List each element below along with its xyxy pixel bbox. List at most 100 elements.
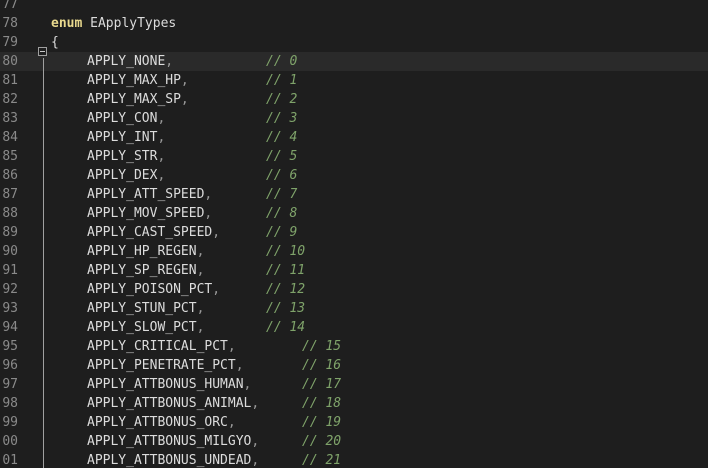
keyword-token: enum xyxy=(51,16,83,31)
enum-member: APPLY_MAX_HP xyxy=(87,73,181,88)
value-comment: // 4 xyxy=(266,130,298,145)
comma-token: , xyxy=(235,358,244,373)
line-code: APPLY_POISON_PCT, xyxy=(87,280,220,299)
comma-token: , xyxy=(212,225,221,240)
code-line[interactable]: 93 APPLY_STUN_PCT, // 13 xyxy=(0,299,708,318)
comma-token: , xyxy=(227,415,236,430)
code-line[interactable]: 90 APPLY_HP_REGEN, // 10 xyxy=(0,242,708,261)
value-comment: // 21 xyxy=(302,453,342,468)
line-number: 94 xyxy=(2,320,18,335)
comma-token: , xyxy=(180,73,189,88)
comma-token: , xyxy=(157,111,166,126)
line-number: 80 xyxy=(2,54,18,69)
code-line[interactable]: 96 APPLY_PENETRATE_PCT, // 16 xyxy=(0,356,708,375)
line-number: 93 xyxy=(2,301,18,316)
comma-token: , xyxy=(157,168,166,183)
code-line[interactable]: 99 APPLY_ATTBONUS_ORC, // 19 xyxy=(0,413,708,432)
enum-member: APPLY_CRITICAL_PCT xyxy=(87,339,228,354)
enum-member: APPLY_ATTBONUS_UNDEAD xyxy=(87,453,252,468)
comma-token: , xyxy=(157,130,166,145)
value-comment: // 5 xyxy=(266,149,298,164)
line-number: 78 xyxy=(2,16,18,31)
value-comment: // 2 xyxy=(266,92,298,107)
comma-token: , xyxy=(157,149,166,164)
enum-member: APPLY_ATTBONUS_MILGYO xyxy=(87,434,252,449)
line-code: APPLY_CON, xyxy=(87,109,165,128)
value-comment: // 14 xyxy=(266,320,306,335)
line-number: 79 xyxy=(2,35,18,50)
value-comment: // 6 xyxy=(266,168,298,183)
line-code: APPLY_ATTBONUS_ANIMAL, xyxy=(87,394,259,413)
code-line[interactable]: 98 APPLY_ATTBONUS_ANIMAL, // 18 xyxy=(0,394,708,413)
code-line[interactable]: 77 xyxy=(0,0,708,14)
line-code: APPLY_STR, xyxy=(87,147,165,166)
line-code: APPLY_SLOW_PCT, xyxy=(87,318,204,337)
collapse-block-icon[interactable] xyxy=(38,47,47,56)
line-number: 83 xyxy=(2,111,18,126)
code-line[interactable]: 89 APPLY_CAST_SPEED, // 9 xyxy=(0,223,708,242)
value-comment: // 10 xyxy=(266,244,306,259)
code-line[interactable]: 91 APPLY_SP_REGEN, // 11 xyxy=(0,261,708,280)
value-comment: // 18 xyxy=(302,396,342,411)
code-line[interactable]: 01 APPLY_ATTBONUS_UNDEAD, // 21 xyxy=(0,451,708,468)
enum-member: APPLY_DEX xyxy=(87,168,158,183)
line-code: APPLY_SP_REGEN, xyxy=(87,261,204,280)
code-line[interactable]: 84 APPLY_INT, // 4 xyxy=(0,128,708,147)
line-number: 88 xyxy=(2,206,18,221)
code-line[interactable]: 86 APPLY_DEX, // 6 xyxy=(0,166,708,185)
value-comment: // 20 xyxy=(302,434,342,449)
enum-member: APPLY_MAX_SP xyxy=(87,92,181,107)
value-comment: // 13 xyxy=(266,301,306,316)
enum-member: APPLY_STUN_PCT xyxy=(87,301,197,316)
value-comment: // 3 xyxy=(266,111,298,126)
enum-name: EApplyTypes xyxy=(82,16,177,31)
value-comment: // 7 xyxy=(266,187,298,202)
code-line[interactable]: 97 APPLY_ATTBONUS_HUMAN, // 17 xyxy=(0,375,708,394)
value-comment: // 15 xyxy=(302,339,342,354)
line-number: 99 xyxy=(2,415,18,430)
comma-token: , xyxy=(243,377,252,392)
line-code: APPLY_MAX_SP, xyxy=(87,90,189,109)
line-number: 98 xyxy=(2,396,18,411)
line-number: 87 xyxy=(2,187,18,202)
comma-token: , xyxy=(251,396,260,411)
line-number: 01 xyxy=(2,453,18,468)
line-code: APPLY_NONE, xyxy=(87,52,173,71)
line-code: APPLY_MOV_SPEED, xyxy=(87,204,212,223)
code-line[interactable]: 87 APPLY_ATT_SPEED, // 7 xyxy=(0,185,708,204)
line-code: APPLY_CRITICAL_PCT, xyxy=(87,337,236,356)
line-code: APPLY_HP_REGEN, xyxy=(87,242,204,261)
enum-member: APPLY_STR xyxy=(87,149,158,164)
line-code: APPLY_ATT_SPEED, xyxy=(87,185,212,204)
enum-member: APPLY_CON xyxy=(87,111,158,126)
comma-token: , xyxy=(196,301,205,316)
code-line[interactable]: 82 APPLY_MAX_SP, // 2 xyxy=(0,90,708,109)
enum-member: APPLY_PENETRATE_PCT xyxy=(87,358,236,373)
value-comment: // 9 xyxy=(266,225,298,240)
enum-member: APPLY_ATTBONUS_ANIMAL xyxy=(87,396,252,411)
line-code: APPLY_INT, xyxy=(87,128,165,147)
code-line[interactable]: 80 APPLY_NONE, // 0 xyxy=(0,52,708,71)
code-line[interactable]: 92 APPLY_POISON_PCT, // 12 xyxy=(0,280,708,299)
line-code: APPLY_ATTBONUS_ORC, xyxy=(87,413,236,432)
code-line[interactable]: 81 APPLY_MAX_HP, // 1 xyxy=(0,71,708,90)
line-number: 97 xyxy=(2,377,18,392)
value-comment: // 1 xyxy=(266,73,298,88)
enum-member: APPLY_ATTBONUS_ORC xyxy=(87,415,228,430)
line-number: 82 xyxy=(2,92,18,107)
code-line[interactable]: 85 APPLY_STR, // 5 xyxy=(0,147,708,166)
code-line[interactable]: 83 APPLY_CON, // 3 xyxy=(0,109,708,128)
enum-member: APPLY_ATT_SPEED xyxy=(87,187,205,202)
code-line[interactable]: 88 APPLY_MOV_SPEED, // 8 xyxy=(0,204,708,223)
line-number: 91 xyxy=(2,263,18,278)
line-code: APPLY_PENETRATE_PCT, xyxy=(87,356,244,375)
value-comment: // 8 xyxy=(266,206,298,221)
enum-member: APPLY_POISON_PCT xyxy=(87,282,213,297)
code-line[interactable]: 95 APPLY_CRITICAL_PCT, // 15 xyxy=(0,337,708,356)
code-line[interactable]: 78 enum EApplyTypes xyxy=(0,14,708,33)
enum-member: APPLY_CAST_SPEED xyxy=(87,225,213,240)
code-editor[interactable]: 77 78 enum EApplyTypes 79 {80 APPLY_NONE, // 0… xyxy=(0,0,708,468)
code-line[interactable]: 94 APPLY_SLOW_PCT, // 14 xyxy=(0,318,708,337)
code-line[interactable]: 00 APPLY_ATTBONUS_MILGYO, // 20 xyxy=(0,432,708,451)
code-line[interactable]: 79 { xyxy=(0,33,708,52)
